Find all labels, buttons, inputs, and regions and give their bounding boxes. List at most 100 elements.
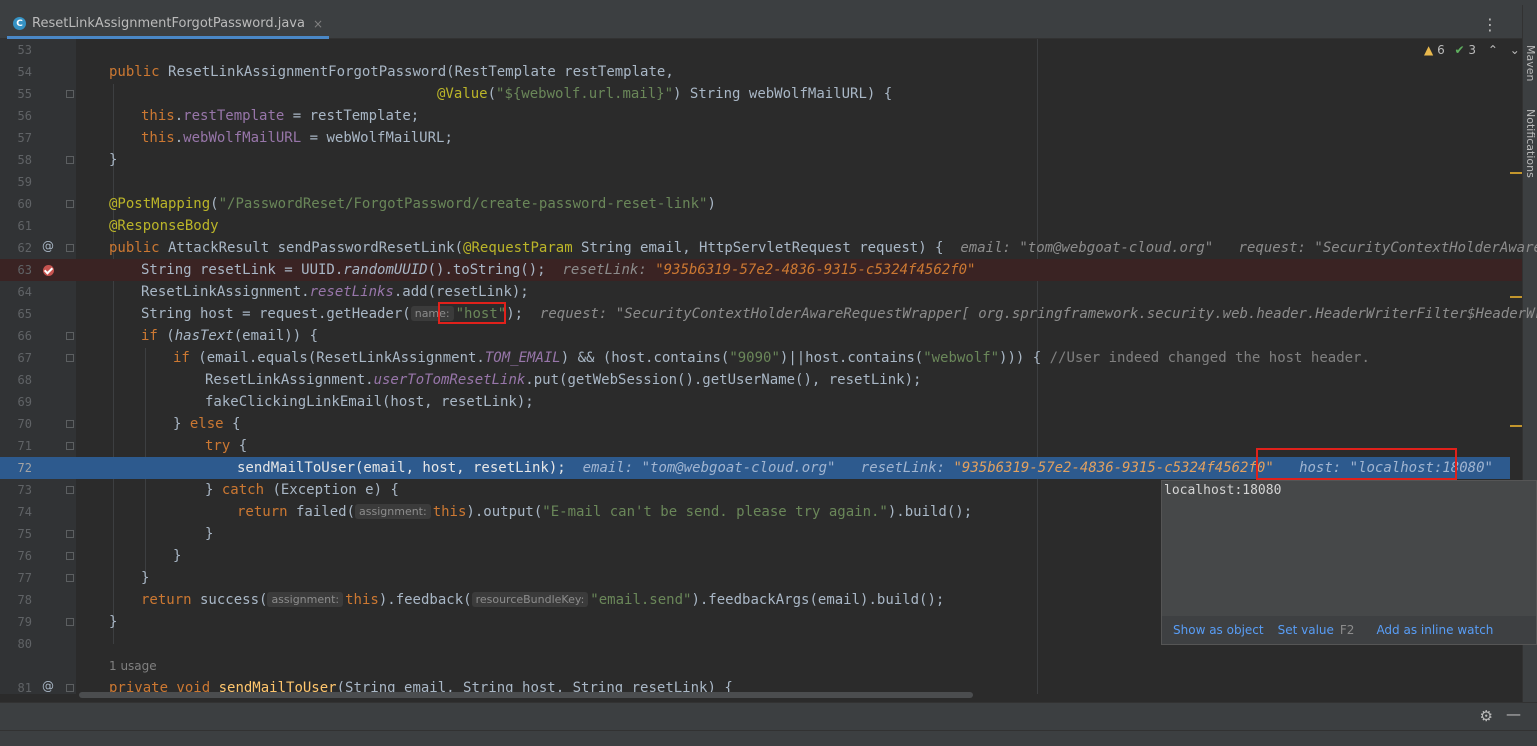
minimize-icon[interactable]: — — [1506, 705, 1521, 723]
code-text: public ResetLinkAssignmentForgotPassword… — [109, 64, 674, 80]
breakpoint-icon[interactable] — [43, 265, 54, 276]
code-text: ResetLinkAssignment.resetLinks.add(reset… — [141, 284, 529, 300]
fold-icon[interactable] — [66, 618, 74, 626]
code-line[interactable]: 69 fakeClickingLinkEmail(host, resetLink… — [0, 391, 1522, 413]
code-text: @Value("${webwolf.url.mail}") String web… — [437, 86, 893, 102]
fold-icon[interactable] — [66, 354, 74, 362]
fold-icon[interactable] — [66, 442, 74, 450]
fold-icon[interactable] — [66, 244, 74, 252]
line-number: 67 — [17, 351, 32, 365]
code-line[interactable]: 61 @ResponseBody — [0, 215, 1522, 237]
parameter-hint: resourceBundleKey: — [471, 592, 589, 607]
line-number: 64 — [17, 285, 32, 299]
fold-icon[interactable] — [66, 530, 74, 538]
line-number: 76 — [17, 549, 32, 563]
gear-icon[interactable]: ⚙ — [1480, 707, 1493, 725]
line-number: 74 — [17, 505, 32, 519]
show-as-object-link[interactable]: Show as object — [1173, 623, 1264, 637]
code-line[interactable]: 53 — [0, 39, 1522, 61]
debug-inline-value: request: "SecurityContextHolderAwareRequ… — [539, 306, 1537, 322]
highlight-host-value — [1256, 448, 1457, 480]
code-text: if (hasText(email)) { — [141, 328, 319, 344]
fold-icon[interactable] — [66, 684, 74, 692]
popup-actions: Show as object Set value F2 Add as inlin… — [1162, 616, 1536, 644]
notifications-tool-tab[interactable]: Notifications — [1524, 109, 1537, 178]
code-text: if (email.equals(ResetLinkAssignment.TOM… — [173, 350, 1370, 366]
code-line[interactable]: 66 if (hasText(email)) { — [0, 325, 1522, 347]
line-number: 70 — [17, 417, 32, 431]
line-number: 60 — [17, 197, 32, 211]
usage-hint-row: 1 usage — [0, 656, 1522, 676]
code-text: String resetLink = UUID.randomUUID().toS… — [141, 262, 976, 278]
code-line[interactable]: 56 this.restTemplate = restTemplate; — [0, 105, 1522, 127]
line-number: 65 — [17, 307, 32, 321]
fold-icon[interactable] — [66, 332, 74, 340]
code-text: try { — [205, 438, 248, 454]
code-line[interactable]: 60 @PostMapping("/PasswordReset/ForgotPa… — [0, 193, 1522, 215]
code-text: @PostMapping("/PasswordReset/ForgotPassw… — [109, 196, 716, 212]
code-line[interactable]: 67 if (email.equals(ResetLinkAssignment.… — [0, 347, 1522, 369]
line-number: 72 — [17, 461, 32, 475]
code-line[interactable]: 64 ResetLinkAssignment.resetLinks.add(re… — [0, 281, 1522, 303]
line-number: 71 — [17, 439, 32, 453]
code-text: } — [173, 548, 182, 564]
fold-icon[interactable] — [66, 552, 74, 560]
parameter-hint: assignment: — [267, 592, 344, 607]
code-line-breakpoint[interactable]: 63 String resetLink = UUID.randomUUID().… — [0, 259, 1522, 281]
debug-inline-value: email: "tom@webgoat-cloud.org" — [960, 240, 1214, 256]
tab-menu-icon[interactable]: ⋮ — [1482, 15, 1498, 34]
bottom-toolbar — [0, 730, 1537, 746]
code-text: } — [205, 526, 214, 542]
code-text: ResetLinkAssignment.userToTomResetLink.p… — [205, 372, 922, 388]
code-text: fakeClickingLinkEmail(host, resetLink); — [205, 394, 534, 410]
usage-hint[interactable]: 1 usage — [109, 656, 157, 676]
code-text: public AttackResult sendPasswordResetLin… — [109, 237, 1537, 259]
code-line[interactable]: 62 @ public AttackResult sendPasswordRes… — [0, 237, 1537, 259]
fold-icon[interactable] — [66, 200, 74, 208]
line-number: 81 — [17, 681, 32, 694]
code-line[interactable]: 58 } — [0, 149, 1522, 171]
code-line[interactable]: 70 } else { — [0, 413, 1522, 435]
code-text: } else { — [173, 416, 241, 432]
maven-tool-tab[interactable]: Maven — [1524, 45, 1537, 81]
code-line[interactable]: 59 — [0, 171, 1522, 193]
popup-value-text[interactable]: localhost:18080 — [1164, 483, 1281, 498]
debug-inline-value: request: "SecurityContextHolderAwareRequ… — [1238, 240, 1537, 256]
java-class-icon: C — [13, 17, 26, 30]
code-text: return success(assignment: this).feedback… — [141, 592, 945, 608]
horizontal-scrollbar[interactable] — [79, 692, 973, 698]
fold-icon[interactable] — [66, 90, 74, 98]
line-number: 53 — [17, 43, 32, 57]
code-line[interactable]: 65 String host = request.getHeader(name:… — [0, 303, 1537, 325]
code-line[interactable]: 55 @Value("${webwolf.url.mail}") String … — [0, 83, 1522, 105]
code-line[interactable]: 68 ResetLinkAssignment.userToTomResetLin… — [0, 369, 1522, 391]
set-value-link[interactable]: Set value — [1278, 623, 1334, 637]
line-number: 66 — [17, 329, 32, 343]
fold-icon[interactable] — [66, 486, 74, 494]
line-number: 59 — [17, 175, 32, 189]
code-line[interactable]: 54 public ResetLinkAssignmentForgotPassw… — [0, 61, 1522, 83]
line-number: 61 — [17, 219, 32, 233]
code-text: @ResponseBody — [109, 218, 219, 234]
fold-icon[interactable] — [66, 574, 74, 582]
line-number: 55 — [17, 87, 32, 101]
override-marker-icon[interactable]: @ — [42, 679, 54, 693]
code-text: } — [109, 614, 118, 630]
debug-inline-value: "935b6319-57e2-4836-9315-c5324f4562f0" — [655, 262, 976, 278]
override-marker-icon[interactable]: @ — [42, 239, 54, 253]
fold-icon[interactable] — [66, 156, 74, 164]
line-number: 73 — [17, 483, 32, 497]
parameter-hint: assignment: — [355, 504, 431, 519]
add-inline-watch-link[interactable]: Add as inline watch — [1376, 623, 1493, 637]
code-text: } catch (Exception e) { — [205, 482, 399, 498]
close-icon[interactable]: × — [313, 17, 323, 31]
editor-tab[interactable]: C ResetLinkAssignmentForgotPassword.java… — [7, 11, 330, 39]
line-number: 79 — [17, 615, 32, 629]
code-line[interactable]: 57 this.webWolfMailURL = webWolfMailURL; — [0, 127, 1522, 149]
fold-icon[interactable] — [66, 420, 74, 428]
line-number: 57 — [17, 131, 32, 145]
line-number: 75 — [17, 527, 32, 541]
line-number: 78 — [17, 593, 32, 607]
line-number: 58 — [17, 153, 32, 167]
line-number: 54 — [17, 65, 32, 79]
